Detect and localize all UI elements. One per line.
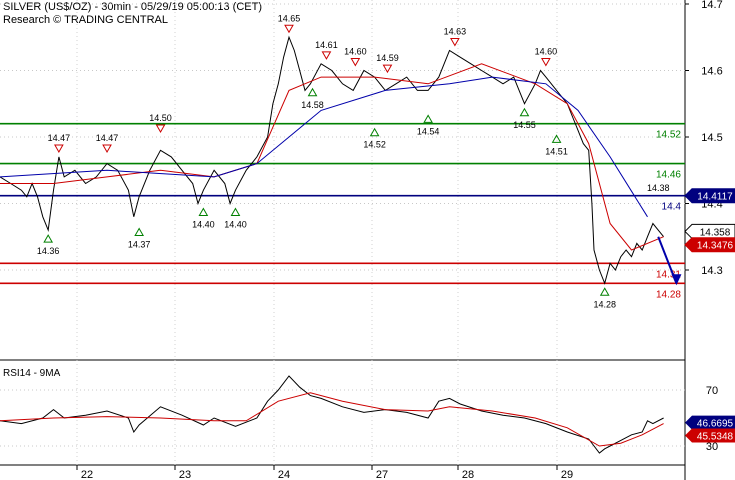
trough-label: 14.36 [37, 246, 60, 256]
peak-label: 14.65 [278, 13, 301, 23]
x-tick-label: 22 [81, 469, 93, 480]
trough-marker [134, 227, 145, 236]
y-tick-label: 14.6 [701, 66, 722, 78]
price-tag-label: 14.3476 [697, 241, 734, 252]
peak-marker [350, 58, 361, 67]
price-chart: 14.7 14.6 14.5 14.4 14.3 70 30 22 23 24 27 28 29 14.5… [0, 0, 735, 480]
y-tick-label: 14.3 [701, 265, 722, 277]
peak-marker [382, 64, 393, 74]
rsi-price-tag-label: 46.6695 [697, 419, 734, 430]
peak-marker [284, 24, 294, 34]
peak-label: 14.60 [535, 47, 558, 57]
x-tick-label: 28 [462, 469, 474, 480]
level-label: 14.46 [656, 170, 681, 181]
y-tick-label: 14.5 [701, 132, 722, 144]
price-line [0, 35, 664, 285]
peak-label: 14.47 [48, 133, 71, 143]
rsi-line [0, 375, 664, 454]
level-label: 14.28 [656, 289, 681, 300]
peak-label: 14.59 [376, 53, 399, 63]
trough-label: 14.54 [417, 126, 440, 136]
level-label: 14.4 [662, 202, 682, 213]
price-tag-label: 14.4117 [697, 192, 733, 203]
x-tick-label: 24 [278, 469, 290, 480]
trough-marker [230, 207, 241, 216]
trough-marker [519, 107, 530, 117]
trough-label: 14.52 [363, 140, 386, 150]
peak-label: 14.60 [344, 47, 367, 57]
peak-label: 14.63 [444, 27, 467, 37]
trough-marker [307, 87, 318, 97]
trough-label: 14.40 [192, 220, 215, 230]
peak-label: 14.50 [149, 113, 172, 123]
level-label: 14.52 [656, 130, 681, 141]
trough-marker [423, 114, 433, 123]
annotation-label: 14.38 [647, 183, 670, 193]
trough-label: 14.40 [224, 220, 247, 230]
moving-average-short [0, 63, 664, 251]
rsi-title: RSI14 - 9MA [3, 368, 61, 379]
y-tick-label: 14.7 [701, 0, 722, 11]
trough-marker [198, 207, 209, 216]
trough-marker [43, 234, 54, 243]
trough-label: 14.37 [128, 239, 151, 249]
x-tick-label: 27 [376, 469, 388, 480]
rsi-tick-label: 70 [706, 385, 718, 397]
rsi-moving-average [0, 392, 664, 447]
peak-marker [155, 124, 166, 134]
trough-label: 14.51 [545, 146, 568, 156]
trough-marker [599, 287, 610, 296]
price-tag-label: 14.358 [700, 227, 731, 238]
peak-marker [321, 51, 332, 60]
peak-label: 14.61 [315, 40, 338, 50]
peak-marker [54, 144, 64, 153]
trough-label: 14.55 [513, 120, 536, 130]
rsi-price-tag-label: 45.5348 [697, 432, 734, 443]
trough-label: 14.28 [593, 299, 616, 309]
x-tick-label: 29 [561, 469, 573, 480]
peak-label: 14.47 [96, 133, 119, 143]
rsi-tick-label: 30 [706, 441, 718, 453]
peak-marker [540, 58, 551, 67]
peak-marker [102, 144, 112, 153]
trough-label: 14.58 [301, 100, 324, 110]
x-tick-label: 23 [179, 469, 191, 480]
